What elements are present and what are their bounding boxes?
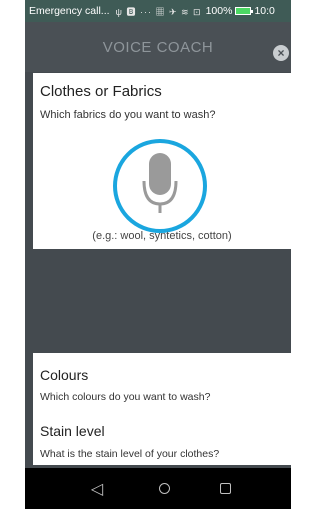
status-icons: ψ 🅱 ··· ▦ ✈ ≋ ⊡ [115,6,202,17]
stain-level-question: What is the stain level of your clothes? [40,448,220,460]
close-button[interactable]: × [273,45,289,61]
home-icon[interactable] [159,483,170,494]
carrier-label: Emergency call... [29,5,110,17]
clothes-fabrics-card: Clothes or Fabrics Which fabrics do you … [33,73,291,249]
microphone-icon [142,153,178,213]
fabric-example-hint: (e.g.: wool, syntetics, cotton) [92,230,232,242]
more-questions-card: Colours Which colours do you want to was… [33,353,291,465]
clothes-title: Clothes or Fabrics [40,83,162,100]
status-bar: Emergency call... ψ 🅱 ··· ▦ ✈ ≋ ⊡ 100% 1… [25,0,291,22]
back-icon[interactable]: ◁ [85,479,109,499]
microphone-button[interactable] [113,139,207,233]
stain-level-title: Stain level [40,423,105,439]
navigation-bar: ◁ [25,468,291,509]
phone-screen: Emergency call... ψ 🅱 ··· ▦ ✈ ≋ ⊡ 100% 1… [25,0,291,509]
voice-coach-header: VOICE COACH × [25,22,291,72]
colours-title: Colours [40,367,89,383]
colours-question: Which colours do you want to wash? [40,391,211,403]
clock: 10:0 [254,5,275,17]
battery-percent: 100% [205,5,233,17]
battery-icon [235,7,254,15]
recents-icon[interactable] [220,483,231,494]
dimmed-area [33,249,291,353]
clothes-question: Which fabrics do you want to wash? [40,109,216,121]
page-title: VOICE COACH [102,38,214,56]
